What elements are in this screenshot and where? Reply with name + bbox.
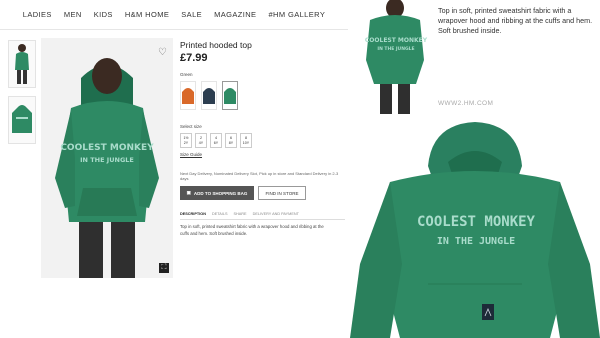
size-top: 8 — [245, 136, 247, 140]
size-option[interactable]: 2 4Y — [195, 133, 207, 148]
hoodie-closeup-photo: COOLEST MONKEY IN THE JUNGLE — [350, 114, 600, 338]
tab-delivery-payment[interactable]: DELIVERY AND PAYMENT — [253, 212, 299, 216]
size-option[interactable]: 4 6Y — [210, 133, 222, 148]
product-title: Printed hooded top — [180, 40, 252, 50]
product-price: £7.99 — [180, 52, 208, 64]
main-navigation: LADIES MEN KIDS H&M HOME SALE MAGAZINE #… — [0, 0, 348, 30]
product-page-screenshot: LADIES MEN KIDS H&M HOME SALE MAGAZINE #… — [0, 0, 348, 338]
size-top: 2 — [200, 136, 202, 140]
website-url: WWW2.HM.COM — [438, 100, 494, 107]
bag-icon: ▣ — [186, 190, 191, 195]
size-bottom: 4Y — [198, 141, 204, 145]
thumbnail-strip — [8, 40, 38, 152]
size-option[interactable]: 1½ 2Y — [180, 133, 192, 148]
nav-hm-gallery[interactable]: #HM GALLERY — [268, 10, 325, 19]
find-in-store-button[interactable]: FIND IN STORE — [258, 186, 306, 200]
size-selector: 1½ 2Y 2 4Y 4 6Y 6 8Y 8 10Y — [180, 133, 345, 148]
zoomed-description-text: Top in soft, printed sweatshirt fabric w… — [438, 6, 593, 35]
hoodie-closeup-panel: COOLEST MONKEY IN THE JUNGLE — [350, 114, 600, 338]
hoodie-print-line1: COOLEST MONKEY — [417, 214, 536, 230]
main-photo-print-line1: COOLEST MONKEY — [60, 143, 154, 153]
zoomed-description-panel: COOLEST MONKEY IN THE JUNGLE Top in soft… — [350, 0, 600, 114]
main-product-photo[interactable]: COOLEST MONKEY IN THE JUNGLE — [41, 38, 173, 278]
zoomed-model-photo: COOLEST MONKEY IN THE JUNGLE — [356, 0, 434, 114]
zoomed-print-line2: IN THE JUNGLE — [377, 46, 414, 52]
action-buttons: ▣ ADD TO SHOPPING BAG FIND IN STORE — [180, 186, 345, 200]
product-description: Top in soft, printed sweatshirt fabric w… — [180, 224, 324, 236]
thumbnail-hoodie[interactable] — [8, 96, 36, 144]
size-bottom: 6Y — [213, 141, 219, 145]
tab-share[interactable]: SHARE — [234, 212, 247, 216]
product-info: Printed hooded top £7.99 Green Select si… — [180, 40, 345, 237]
nav-hm-home[interactable]: H&M HOME — [125, 10, 169, 19]
delivery-info: Next Day Delivery, Nominated Delivery Sl… — [180, 171, 339, 181]
nav-kids[interactable]: KIDS — [94, 10, 113, 19]
size-top: 1½ — [183, 136, 189, 140]
size-bottom: 8Y — [228, 141, 234, 145]
swatch-navy[interactable] — [201, 81, 217, 110]
add-to-bag-label: ADD TO SHOPPING BAG — [193, 190, 248, 196]
swatch-orange[interactable] — [180, 81, 196, 110]
nav-ladies[interactable]: LADIES — [23, 10, 52, 19]
main-photo-print-line2: IN THE JUNGLE — [80, 156, 134, 164]
size-option[interactable]: 8 10Y — [240, 133, 252, 148]
size-guide-link[interactable]: Size Guide — [180, 152, 345, 157]
thumbnail-model[interactable] — [8, 40, 36, 88]
size-bottom: 2Y — [183, 141, 189, 145]
tab-description[interactable]: DESCRIPTION — [180, 212, 206, 216]
heart-icon[interactable]: ♡ — [158, 47, 167, 58]
hoodie-print-line2: IN THE JUNGLE — [437, 236, 515, 247]
zoomed-print-line1: COOLEST MONKEY — [365, 37, 428, 44]
size-top: 6 — [230, 136, 232, 140]
select-size-label: Select size — [180, 124, 202, 129]
swatch-green[interactable] — [222, 81, 238, 110]
tab-details[interactable]: DETAILS — [212, 212, 228, 216]
add-to-bag-button[interactable]: ▣ ADD TO SHOPPING BAG — [180, 186, 254, 200]
size-bottom: 10Y — [242, 141, 250, 145]
nav-sale[interactable]: SALE — [181, 10, 202, 19]
product-tabs: DESCRIPTION DETAILS SHARE DELIVERY AND P… — [180, 212, 345, 220]
nav-men[interactable]: MEN — [64, 10, 82, 19]
size-option[interactable]: 6 8Y — [225, 133, 237, 148]
size-top: 4 — [215, 136, 217, 140]
fullscreen-icon[interactable]: ⛶ — [159, 263, 169, 273]
nav-magazine[interactable]: MAGAZINE — [214, 10, 256, 19]
color-selector — [180, 81, 345, 110]
brand-tag-icon — [482, 304, 494, 320]
color-label: Green — [180, 72, 193, 77]
